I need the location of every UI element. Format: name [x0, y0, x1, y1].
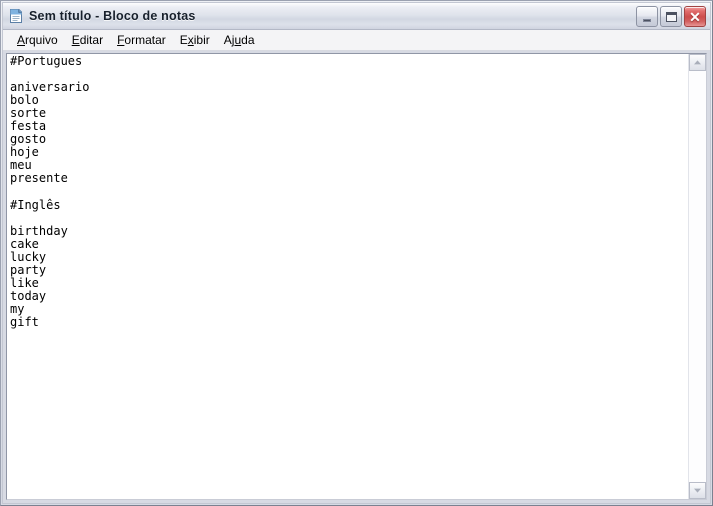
text-editor-frame: #Portugues aniversario bolo sorte festa …	[6, 53, 707, 500]
minimize-button[interactable]	[636, 6, 658, 27]
window-controls: ✕	[636, 6, 706, 27]
scrollbar-track[interactable]	[689, 71, 706, 482]
menu-item-editar[interactable]: Editar	[65, 32, 110, 49]
text-editor[interactable]: #Portugues aniversario bolo sorte festa …	[7, 54, 688, 499]
menu-item-exibir[interactable]: Exibir	[173, 32, 217, 49]
maximize-icon	[661, 7, 681, 26]
chevron-down-icon	[693, 487, 702, 494]
editor-text: #Portugues aniversario bolo sorte festa …	[10, 54, 90, 329]
title-bar[interactable]: Sem título - Bloco de notas ✕	[3, 3, 710, 30]
client-area: #Portugues aniversario bolo sorte festa …	[3, 51, 710, 503]
menu-item-arquivo[interactable]: Arquivo	[10, 32, 65, 49]
chevron-up-icon	[693, 59, 702, 66]
menu-bar: Arquivo Editar Formatar Exibir Ajuda	[3, 30, 710, 51]
menu-item-formatar[interactable]: Formatar	[110, 32, 173, 49]
notepad-window: Sem título - Bloco de notas ✕ Arquivo Ed…	[0, 0, 713, 506]
window-inner-frame: Sem título - Bloco de notas ✕ Arquivo Ed…	[2, 2, 711, 504]
scroll-down-button[interactable]	[689, 482, 706, 499]
notepad-icon	[8, 8, 24, 24]
maximize-button[interactable]	[660, 6, 682, 27]
window-title: Sem título - Bloco de notas	[29, 9, 196, 23]
scroll-up-button[interactable]	[689, 54, 706, 71]
close-button[interactable]: ✕	[684, 6, 706, 27]
vertical-scrollbar[interactable]	[688, 54, 706, 499]
minimize-icon	[637, 7, 657, 26]
menu-item-ajuda[interactable]: Ajuda	[217, 32, 262, 49]
close-glyph: ✕	[689, 8, 701, 25]
close-icon: ✕	[685, 7, 705, 26]
